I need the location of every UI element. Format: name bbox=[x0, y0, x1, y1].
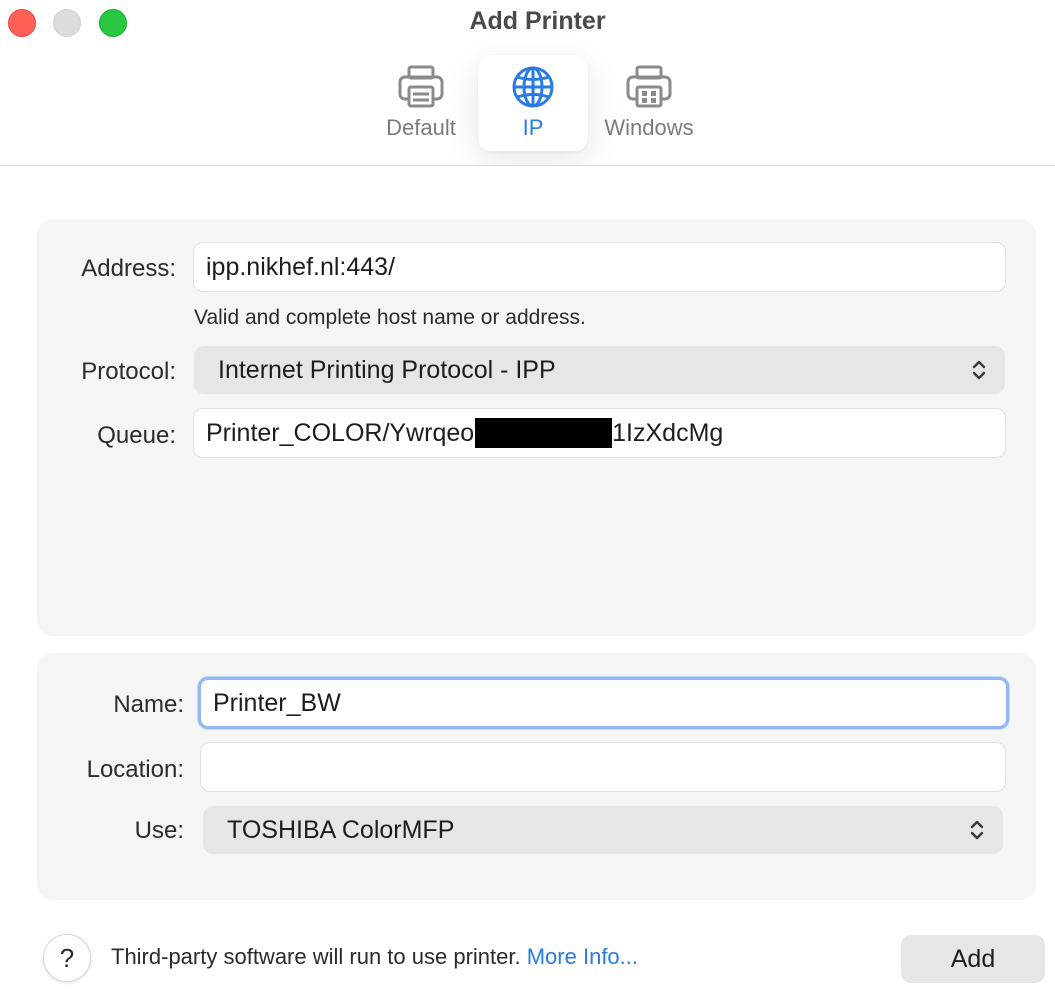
third-party-notice-text: Third-party software will run to use pri… bbox=[111, 944, 521, 969]
name-label: Name: bbox=[113, 691, 184, 718]
address-hint: Valid and complete host name or address. bbox=[194, 306, 586, 329]
more-info-link[interactable]: More Info... bbox=[527, 944, 638, 969]
queue-value-end: 1IzXdcMg bbox=[612, 418, 724, 447]
name-value: Printer_BW bbox=[213, 688, 341, 717]
protocol-select[interactable]: Internet Printing Protocol - IPP bbox=[194, 346, 1005, 394]
tab-windows[interactable]: Windows bbox=[594, 55, 704, 151]
globe-icon bbox=[512, 66, 554, 108]
queue-field[interactable]: Printer_COLOR/Ywrqeo 1IzXdcMg bbox=[193, 408, 1006, 458]
location-field[interactable] bbox=[200, 742, 1006, 792]
queue-value-start: Printer_COLOR/Ywrqeo bbox=[206, 418, 475, 447]
name-field[interactable]: Printer_BW bbox=[198, 677, 1009, 729]
queue-label: Queue: bbox=[97, 422, 176, 449]
window-title: Add Printer bbox=[469, 7, 606, 35]
redaction-block bbox=[475, 418, 613, 448]
add-button-label: Add bbox=[950, 944, 996, 973]
third-party-notice: Third-party software will run to use pri… bbox=[111, 944, 638, 970]
windows-printer-icon bbox=[626, 65, 672, 108]
use-label: Use: bbox=[134, 817, 184, 844]
help-button[interactable]: ? bbox=[43, 934, 91, 982]
chevron-up-down-icon bbox=[972, 360, 986, 380]
address-label: Address: bbox=[81, 255, 176, 282]
printer-icon bbox=[398, 65, 444, 108]
tab-default[interactable]: Default bbox=[366, 55, 476, 151]
use-driver-select[interactable]: TOSHIBA ColorMFP bbox=[203, 806, 1003, 854]
tab-ip[interactable]: IP bbox=[478, 55, 588, 151]
address-value: ipp.nikhef.nl:443/ bbox=[206, 252, 396, 281]
address-field[interactable]: ipp.nikhef.nl:443/ bbox=[193, 242, 1006, 292]
tab-default-label: Default bbox=[386, 115, 456, 140]
use-value: TOSHIBA ColorMFP bbox=[227, 815, 455, 844]
tab-ip-label: IP bbox=[522, 115, 544, 140]
add-button[interactable]: Add bbox=[901, 935, 1045, 983]
location-label: Location: bbox=[86, 756, 184, 783]
protocol-value: Internet Printing Protocol - IPP bbox=[218, 355, 556, 384]
tab-windows-label: Windows bbox=[604, 115, 694, 140]
protocol-label: Protocol: bbox=[81, 358, 176, 385]
help-icon: ? bbox=[59, 942, 75, 973]
chevron-up-down-icon bbox=[970, 820, 984, 840]
